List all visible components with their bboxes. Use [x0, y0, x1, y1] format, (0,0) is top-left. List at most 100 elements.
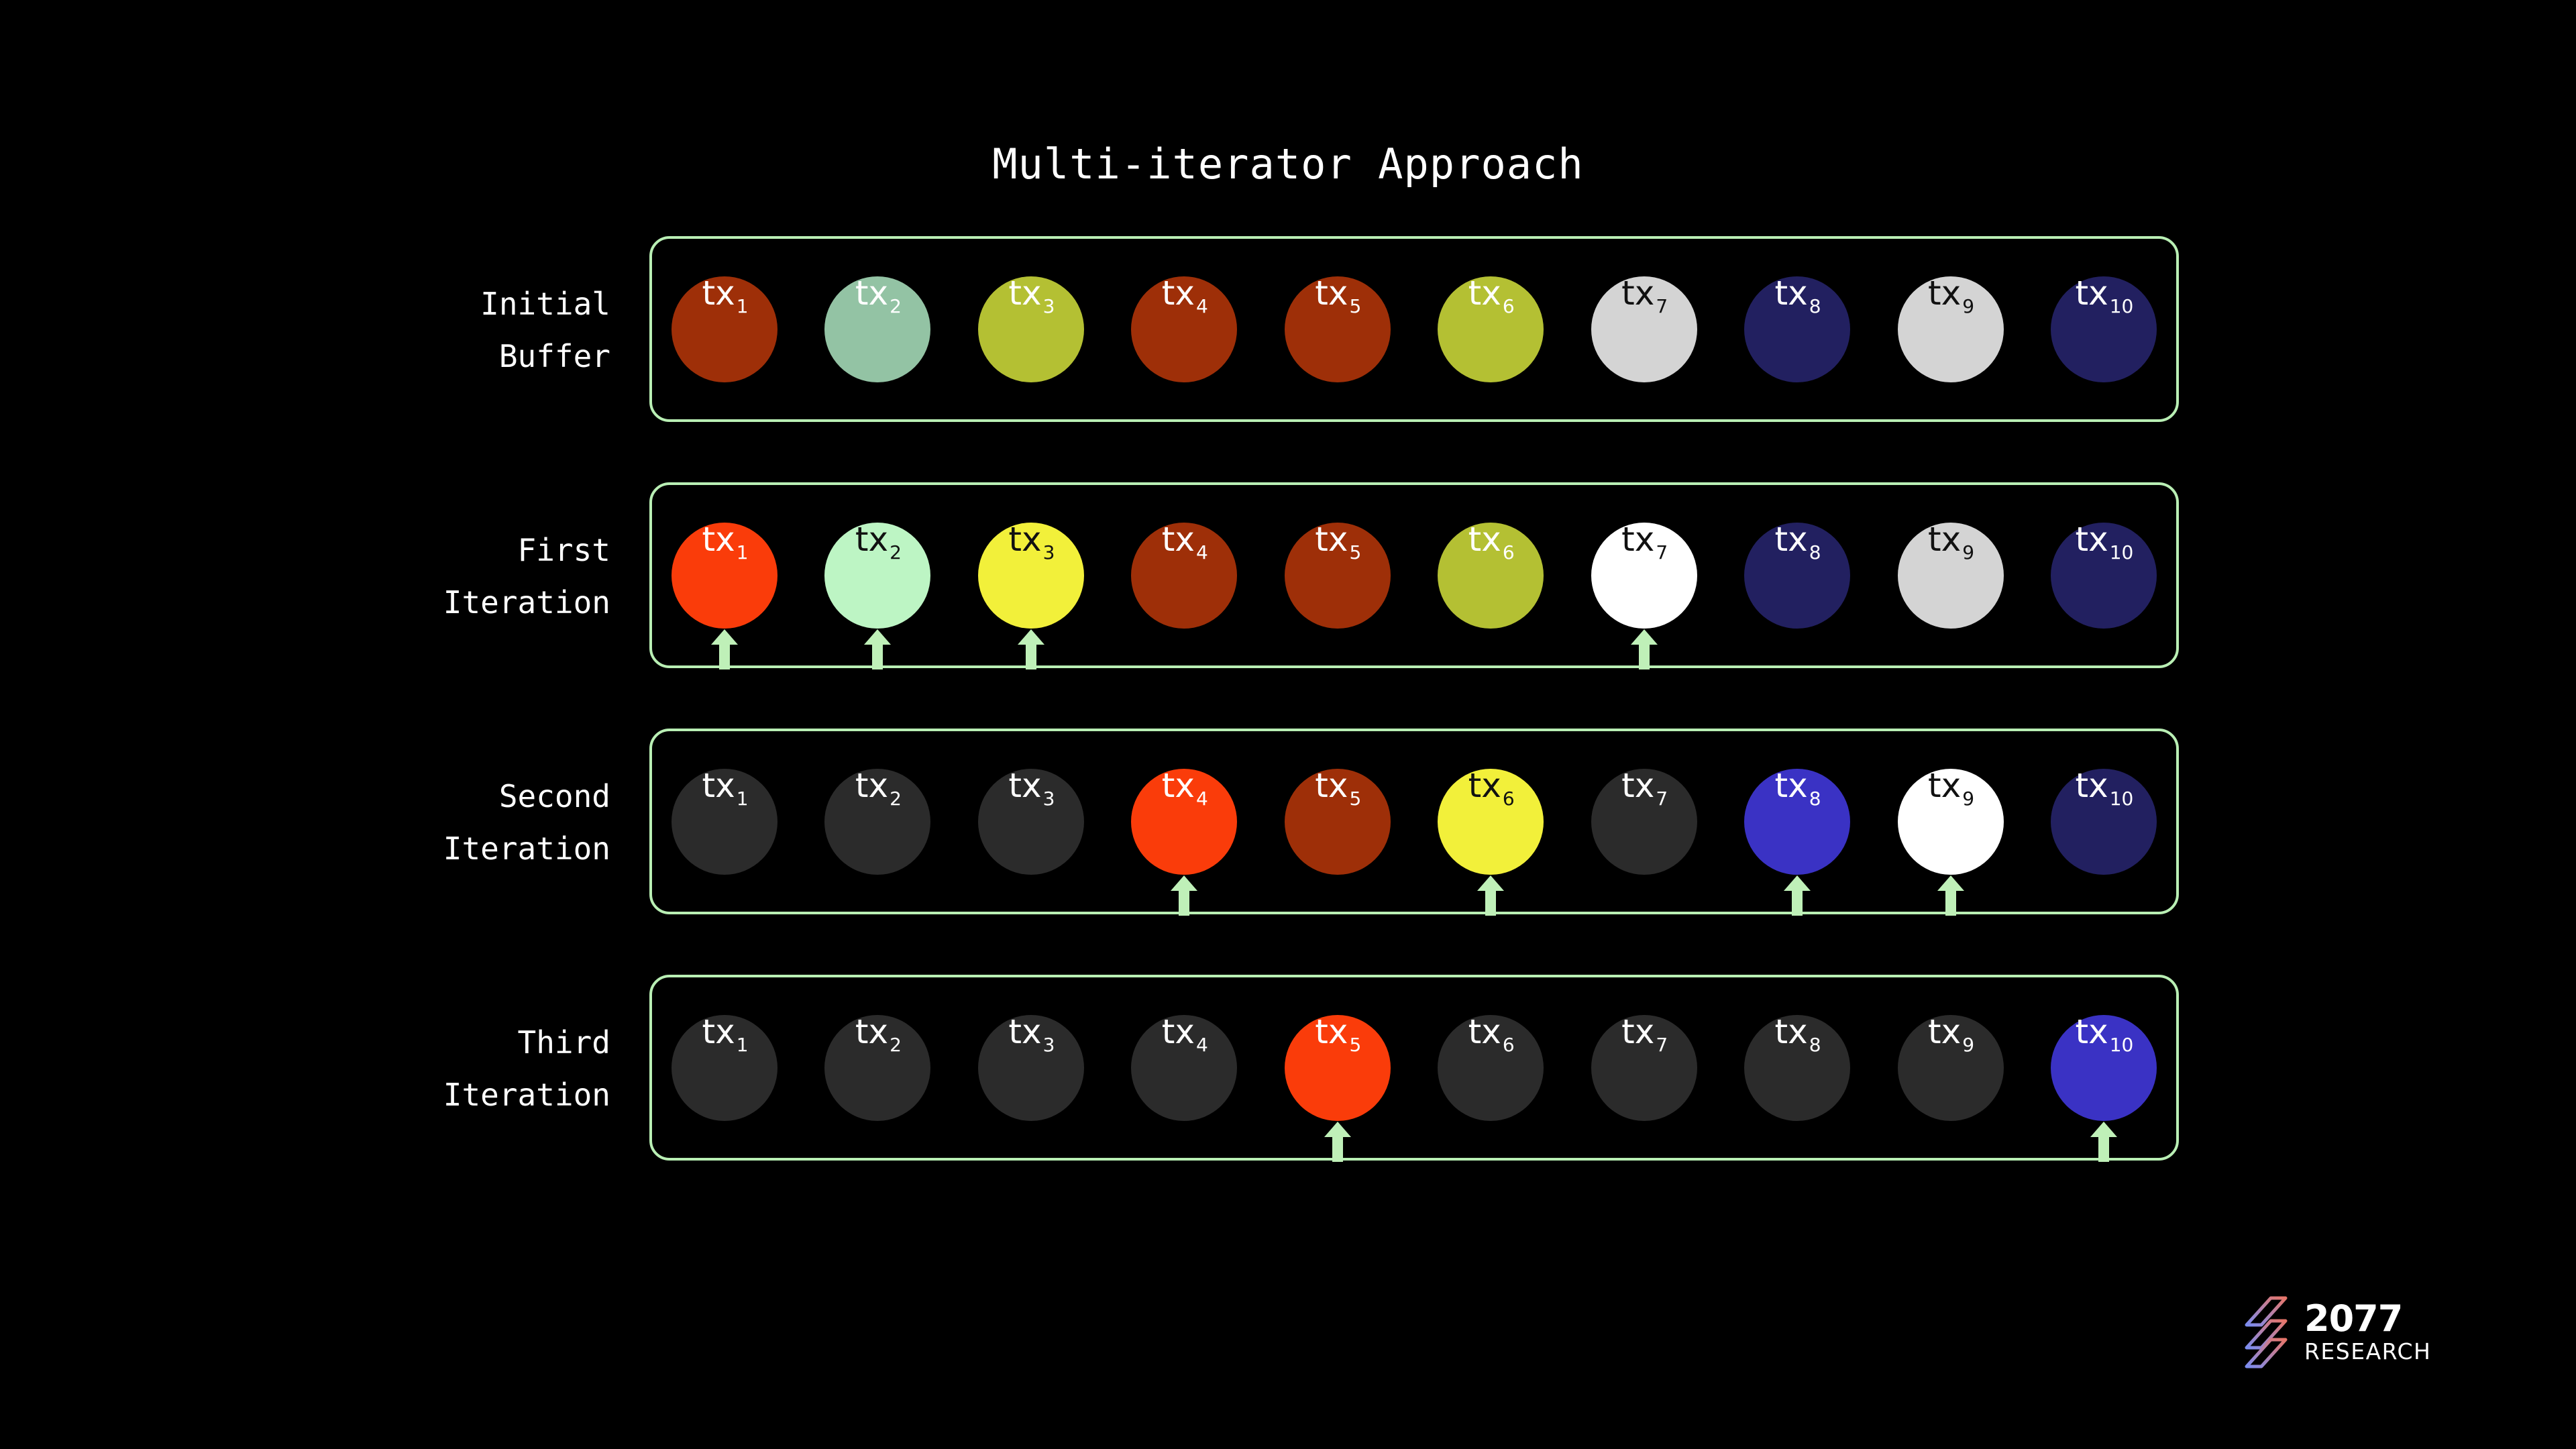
tx-cell[interactable]: tx 6: [1437, 522, 1544, 629]
tx-bubble-5-pending[interactable]: tx 5: [1284, 273, 1391, 382]
tx-label: tx: [1315, 765, 1348, 805]
tx-label: tx: [2075, 765, 2108, 805]
tx-bubble-5-pending[interactable]: tx 5: [1284, 765, 1391, 875]
tx-bubble-8-pending[interactable]: tx 8: [1744, 276, 1851, 382]
tx-cell[interactable]: tx 7: [1591, 522, 1698, 669]
tx-bubble-3-consumed[interactable]: tx 3: [977, 1014, 1084, 1121]
tx-cell[interactable]: tx 1: [671, 768, 778, 875]
tx-index: 6: [1502, 1033, 1515, 1056]
tx-bubble-3-active[interactable]: tx 3: [977, 519, 1084, 629]
tx-bubble-6-pending[interactable]: tx 6: [1438, 522, 1544, 629]
tx-index: 8: [1809, 294, 1821, 317]
tx-cell[interactable]: tx 8: [1743, 276, 1851, 383]
tx-index: 8: [1809, 541, 1821, 564]
tx-bubble-2-pending[interactable]: tx 2: [824, 276, 931, 382]
tx-bubble-2-active[interactable]: tx 2: [824, 522, 931, 629]
tx-cell[interactable]: tx 10: [2050, 522, 2157, 629]
tx-cell[interactable]: tx 4: [1130, 765, 1238, 916]
tx-bubble-2-consumed[interactable]: tx 2: [824, 1014, 931, 1121]
tx-bubble-10-active[interactable]: tx 10: [2050, 1014, 2157, 1121]
tx-cell[interactable]: tx 1: [671, 276, 778, 383]
logo-wordmark: 2077 RESEARCH: [2304, 1301, 2431, 1363]
tx-bubble-4-pending[interactable]: tx 4: [1131, 276, 1238, 382]
tx-cell[interactable]: tx 10: [2050, 768, 2157, 875]
tx-bubble-8-consumed[interactable]: tx 8: [1744, 1014, 1851, 1121]
tx-cell[interactable]: tx 9: [1897, 522, 2004, 629]
row-initial-buffer: Initial Buffer tx 1 tx 2 tx 3 tx 4 tx 5 tx 6 tx 7 tx 8 tx…: [0, 236, 2576, 424]
tx-bubble-3-consumed[interactable]: tx 3: [977, 768, 1084, 875]
tx-cell[interactable]: tx 4: [1130, 1014, 1238, 1122]
tx-cell[interactable]: tx 5: [1284, 276, 1391, 383]
tx-bubble-10-pending[interactable]: tx 10: [2050, 276, 2157, 382]
tx-cell[interactable]: tx 2: [824, 1014, 931, 1122]
tx-cell[interactable]: tx 3: [977, 519, 1085, 669]
tx-bubble-5-active[interactable]: tx 5: [1284, 1014, 1391, 1121]
tx-label: tx: [1927, 765, 1962, 805]
tx-bubble-5-pending[interactable]: tx 5: [1284, 522, 1391, 629]
tx-bubble-1-consumed[interactable]: tx 1: [672, 768, 777, 875]
tx-cell[interactable]: tx 2: [824, 768, 931, 875]
tx-bubble-10-pending[interactable]: tx 10: [2050, 522, 2157, 629]
tx-cell[interactable]: tx 10: [2050, 1014, 2157, 1162]
tx-cell[interactable]: tx 1: [671, 522, 778, 669]
tx-index: 3: [1042, 787, 1055, 810]
tx-cell[interactable]: tx 8: [1743, 765, 1851, 916]
tx-index: 7: [1656, 1033, 1668, 1056]
tx-cell[interactable]: tx 3: [977, 1014, 1085, 1122]
tx-cell[interactable]: tx 2: [824, 276, 931, 383]
tx-cell[interactable]: tx 5: [1284, 1014, 1391, 1162]
tx-index: 4: [1196, 541, 1208, 564]
tx-cell[interactable]: tx 1: [671, 1014, 778, 1122]
tx-bubble-6-pending[interactable]: tx 6: [1438, 276, 1544, 382]
tx-cell[interactable]: tx 4: [1130, 276, 1238, 383]
tx-label: tx: [1315, 273, 1348, 313]
tx-bubble-9-consumed[interactable]: tx 9: [1897, 1014, 2004, 1121]
tx-label: tx: [1008, 519, 1042, 559]
iteration-rows: Initial Buffer tx 1 tx 2 tx 3 tx 4 tx 5 tx 6 tx 7 tx 8 tx…: [0, 236, 2576, 1221]
tx-cell[interactable]: tx 7: [1591, 768, 1698, 875]
tx-cell[interactable]: tx 5: [1284, 768, 1391, 875]
tx-bubble-6-active[interactable]: tx 6: [1438, 768, 1544, 875]
tx-cell[interactable]: tx 8: [1743, 522, 1851, 629]
tx-bubble-8-pending[interactable]: tx 8: [1744, 522, 1851, 629]
tx-bubble-9-active[interactable]: tx 9: [1897, 765, 2004, 875]
tx-bubble-3-pending[interactable]: tx 3: [977, 276, 1084, 382]
tx-bubble-4-pending[interactable]: tx 4: [1131, 522, 1238, 629]
tx-index: 4: [1196, 787, 1208, 810]
tx-bubble-1-consumed[interactable]: tx 1: [672, 1014, 777, 1121]
tx-cell[interactable]: tx 3: [977, 768, 1085, 875]
tx-bubble-8-active[interactable]: tx 8: [1744, 765, 1851, 875]
tx-bubble-10-pending[interactable]: tx 10: [2050, 765, 2157, 875]
tx-cell[interactable]: tx 4: [1130, 522, 1238, 629]
tx-cell[interactable]: tx 2: [824, 522, 931, 669]
tx-cell[interactable]: tx 6: [1437, 276, 1544, 383]
tx-cell[interactable]: tx 5: [1284, 522, 1391, 629]
tx-bubble-9-pending[interactable]: tx 9: [1897, 522, 2004, 629]
tx-cell[interactable]: tx 6: [1437, 768, 1544, 916]
tx-cell[interactable]: tx 10: [2050, 276, 2157, 383]
tx-bubble-4-consumed[interactable]: tx 4: [1131, 1014, 1238, 1121]
tx-cell[interactable]: tx 7: [1591, 1014, 1698, 1122]
logo-mark-icon: [2245, 1296, 2288, 1368]
tx-label: tx: [1774, 765, 1808, 805]
tx-cell[interactable]: tx 9: [1897, 765, 2004, 916]
tx-cell[interactable]: tx 7: [1591, 276, 1698, 383]
tx-bubble-7-pending[interactable]: tx 7: [1591, 276, 1697, 382]
tx-bubble-6-consumed[interactable]: tx 6: [1438, 1014, 1544, 1121]
tx-cell[interactable]: tx 3: [977, 276, 1085, 383]
tx-cell[interactable]: tx 6: [1437, 1014, 1544, 1122]
tx-index: 4: [1196, 294, 1208, 317]
tx-bubble-9-pending[interactable]: tx 9: [1897, 276, 2004, 382]
tx-cell[interactable]: tx 9: [1897, 1014, 2004, 1122]
tx-cell[interactable]: tx 8: [1743, 1014, 1851, 1122]
tx-label: tx: [1161, 765, 1195, 805]
tx-bubble-7-consumed[interactable]: tx 7: [1591, 768, 1697, 875]
tx-bubble-4-active[interactable]: tx 4: [1131, 765, 1238, 875]
tx-bubble-1-pending[interactable]: tx 1: [672, 276, 777, 382]
tx-cell[interactable]: tx 9: [1897, 276, 2004, 383]
tx-bubble-2-consumed[interactable]: tx 2: [824, 768, 931, 875]
row-label-third-iteration: Third Iteration: [443, 1024, 610, 1113]
tx-bubble-7-active[interactable]: tx 7: [1591, 522, 1697, 629]
tx-bubble-7-consumed[interactable]: tx 7: [1591, 1014, 1697, 1121]
tx-bubble-1-active[interactable]: tx 1: [672, 522, 777, 629]
